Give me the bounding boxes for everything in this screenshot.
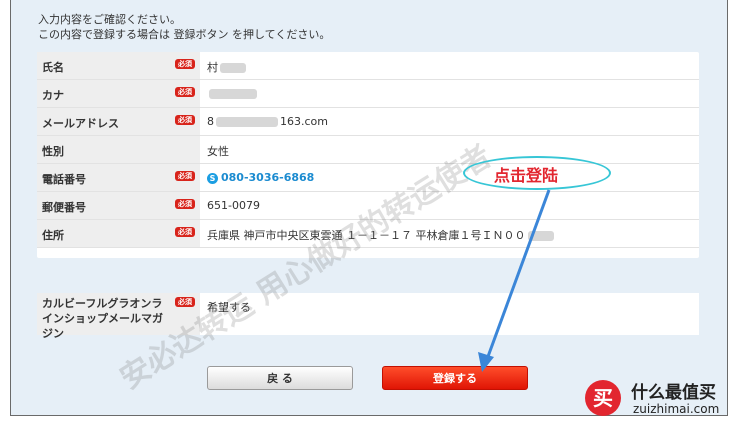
site-logo: 买 什么最值买 zuizhimai.com	[585, 376, 735, 424]
skype-icon: S	[207, 172, 218, 184]
redacted-blur	[527, 231, 554, 241]
required-badge: 必須	[175, 115, 195, 125]
label-cell: 郵便番号 必須	[37, 192, 200, 219]
newsletter-value: 希望する	[207, 301, 251, 314]
field-value: 651-0079	[207, 199, 260, 212]
name-value: 村	[207, 61, 218, 74]
label-cell: 電話番号 必須	[37, 164, 200, 191]
email-prefix: 8	[207, 115, 214, 128]
annotation-text: 点击登陆	[494, 166, 559, 185]
required-badge: 必須	[175, 297, 195, 307]
field-label: カナ	[42, 89, 64, 102]
field-label: 郵便番号	[42, 201, 86, 214]
required-badge: 必須	[175, 87, 195, 97]
email-suffix: 163.com	[280, 115, 328, 128]
label-cell: メールアドレス 必須	[37, 108, 200, 135]
label-cell: 氏名 必須	[37, 52, 200, 79]
label-cell: カナ 必須	[37, 80, 200, 107]
field-value: S 080-3036-6868	[207, 171, 314, 184]
label-cell: 性別	[37, 136, 200, 163]
address-value: 兵庫県 神戸市中央区東雲通 １－１－１７ 平林倉庫１号ＩＮ００	[207, 229, 526, 242]
logo-mark-icon: 买	[585, 380, 621, 416]
required-badge: 必須	[175, 199, 195, 209]
row-kana: カナ 必須	[37, 80, 699, 108]
field-label: 性別	[42, 145, 64, 158]
field-value	[207, 87, 259, 100]
required-badge: 必須	[175, 171, 195, 181]
row-email: メールアドレス 必須 8 163.com	[37, 108, 699, 136]
row-name: 氏名 必須 村	[37, 52, 699, 80]
redacted-blur	[216, 117, 278, 127]
intro-line-1: 入力内容をご確認ください。	[38, 13, 181, 26]
redacted-blur	[220, 63, 246, 73]
confirmation-table: 氏名 必須 村 カナ 必須 メールアドレス 必須 8 163.com 性別 女性 …	[37, 52, 699, 258]
required-badge: 必須	[175, 59, 195, 69]
field-label: 住所	[42, 229, 64, 242]
intro-line-2: この内容で登録する場合は 登録ボタン を押してください。	[38, 28, 331, 41]
newsletter-row: カルビーフルグラオンラインショップメールマガジン 必須 希望する	[37, 293, 699, 340]
back-button[interactable]: 戻 る	[207, 366, 353, 390]
logo-text-cn: 什么最值买	[631, 383, 716, 403]
field-label: カルビーフルグラオンラインショップメールマガジン	[42, 297, 163, 340]
field-value: 女性	[207, 145, 229, 158]
register-button[interactable]: 登録する	[382, 366, 528, 390]
field-label: メールアドレス	[42, 117, 119, 130]
intro-text: 入力内容をご確認ください。 この内容で登録する場合は 登録ボタン を押してくださ…	[38, 12, 330, 42]
field-value: 兵庫県 神戸市中央区東雲通 １－１－１７ 平林倉庫１号ＩＮ００	[207, 227, 556, 243]
redacted-blur	[209, 89, 257, 99]
row-gender: 性別 女性	[37, 136, 699, 164]
label-cell: カルビーフルグラオンラインショップメールマガジン 必須	[37, 293, 200, 340]
required-badge: 必須	[175, 227, 195, 237]
field-value: 村	[207, 59, 248, 75]
field-label: 氏名	[42, 61, 64, 74]
field-value: 8 163.com	[207, 115, 328, 128]
field-label: 電話番号	[42, 173, 86, 186]
row-postal: 郵便番号 必須 651-0079	[37, 192, 699, 220]
row-address: 住所 必須 兵庫県 神戸市中央区東雲通 １－１－１７ 平林倉庫１号ＩＮ００	[37, 220, 699, 248]
phone-link[interactable]: 080-3036-6868	[221, 171, 314, 184]
logo-text-en: zuizhimai.com	[633, 402, 720, 416]
label-cell: 住所 必須	[37, 220, 200, 247]
